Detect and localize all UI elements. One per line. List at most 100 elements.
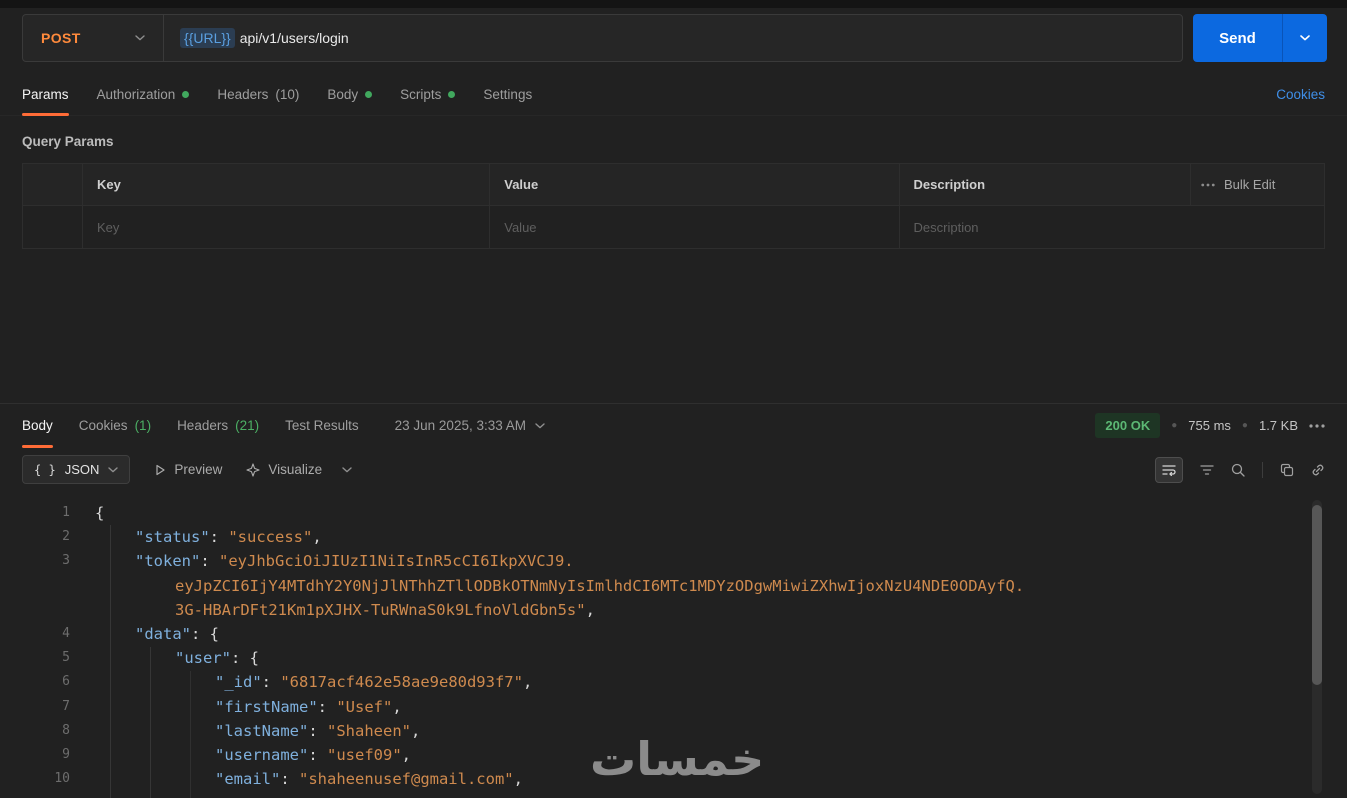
response-toolbar-right — [1155, 456, 1325, 483]
visualize-icon — [246, 462, 260, 477]
divider — [1262, 461, 1263, 478]
line-number: 5 — [62, 650, 70, 666]
param-description-input[interactable]: Description — [900, 206, 1324, 248]
url-variable-chip[interactable]: {{URL}} — [180, 28, 235, 48]
column-header-description: Description — [899, 164, 1191, 206]
row-select-cell — [23, 206, 83, 248]
line-number: 9 — [62, 747, 70, 763]
send-button[interactable]: Send — [1193, 14, 1283, 62]
request-tabs: Params Authorization Headers (10) Body S… — [0, 74, 1347, 116]
response-time: 755 ms — [1188, 418, 1231, 433]
request-bar: POST {{URL}} api/v1/users/login Send — [0, 8, 1347, 74]
wrap-text-icon — [1162, 464, 1176, 476]
line-number — [0, 574, 70, 598]
response-more-actions-button[interactable] — [1309, 423, 1325, 428]
line-number — [0, 598, 70, 622]
select-all-cell — [23, 164, 83, 206]
tab-scripts[interactable]: Scripts — [400, 74, 456, 115]
tab-label: Authorization — [96, 87, 176, 102]
body-format-dropdown[interactable]: { } JSON — [22, 455, 131, 484]
response-body-viewer: 1{2 "status": "success", 3 "token": "eyJhbG… — [0, 492, 1347, 798]
play-icon — [156, 464, 165, 475]
watermark-text: خمسات — [590, 732, 765, 786]
link-button[interactable] — [1311, 463, 1325, 477]
wrap-text-toggle[interactable] — [1155, 456, 1183, 483]
tab-body[interactable]: Body — [327, 74, 373, 115]
tab-count: (21) — [235, 418, 260, 433]
code-line: 3G-HBArDFt21Km1pXJHX-TuRWnaS0k9LfnoVldGb… — [0, 598, 1347, 622]
status-badge[interactable]: 200 OK — [1095, 413, 1161, 438]
param-key-input[interactable]: Key — [83, 206, 491, 248]
content-indicator-dot — [448, 91, 456, 98]
chevron-down-icon — [108, 466, 119, 472]
filter-button[interactable] — [1200, 464, 1214, 476]
tab-count: (1) — [134, 418, 152, 433]
line-number: 2 — [62, 529, 70, 545]
tab-label: Params — [22, 87, 69, 102]
tab-params[interactable]: Params — [22, 74, 69, 116]
content-indicator-dot — [365, 91, 373, 98]
bulk-edit-button[interactable]: Bulk Edit — [1201, 177, 1275, 192]
response-toolbar: { } JSON Preview Visualize — [0, 447, 1347, 492]
tab-label: Headers — [177, 418, 229, 433]
dot-separator: ● — [1241, 420, 1248, 431]
code-line: 7 "firstName": "Usef", — [0, 695, 1347, 719]
visualize-options-button[interactable] — [342, 466, 352, 473]
tab-response-headers[interactable]: Headers (21) — [177, 404, 259, 447]
line-number: 10 — [54, 771, 70, 787]
tab-label: Headers — [217, 87, 269, 102]
more-options-icon — [1201, 183, 1215, 186]
line-number: 7 — [62, 698, 70, 714]
search-button[interactable] — [1231, 463, 1245, 477]
response-tabs: Body Cookies (1) Headers (21) Test Resul… — [0, 404, 1347, 448]
tab-headers[interactable]: Headers (10) — [217, 74, 299, 115]
copy-button[interactable] — [1280, 463, 1294, 477]
response-history-dropdown[interactable]: 23 Jun 2025, 3:33 AM — [395, 404, 545, 447]
scrollbar-thumb[interactable] — [1312, 505, 1322, 685]
query-params-table: Key Value Description Bulk Edit Key Valu… — [22, 163, 1325, 249]
tab-authorization[interactable]: Authorization — [97, 74, 190, 115]
filter-icon — [1200, 464, 1214, 475]
response-section: Body Cookies (1) Headers (21) Test Resul… — [0, 403, 1347, 798]
tab-count: (10) — [275, 87, 300, 102]
chevron-down-icon — [342, 466, 352, 472]
line-number: 8 — [62, 722, 70, 738]
code-line: 4 "data": { — [0, 622, 1347, 646]
method-label: POST — [41, 30, 81, 46]
bulk-edit-label: Bulk Edit — [1224, 177, 1276, 192]
format-label: JSON — [64, 462, 100, 477]
tab-test-results[interactable]: Test Results — [285, 404, 359, 447]
content-indicator-dot — [182, 91, 190, 98]
scrollbar-track[interactable] — [1312, 500, 1322, 794]
send-options-button[interactable] — [1283, 14, 1327, 62]
visualize-label: Visualize — [268, 462, 323, 477]
cookies-link[interactable]: Cookies — [1276, 87, 1325, 102]
column-header-key: Key — [83, 164, 491, 206]
code-line: 3 "token": "eyJhbGciOiJIUzI1NiIsInR5cCI6I… — [0, 549, 1347, 573]
chevron-down-icon — [535, 422, 545, 428]
tab-response-body[interactable]: Body — [22, 404, 53, 448]
method-selector[interactable]: POST — [23, 15, 163, 61]
indent-guide — [150, 647, 151, 798]
response-meta: 200 OK ● 755 ms ● 1.7 KB — [1095, 404, 1325, 447]
query-params-title: Query Params — [22, 134, 114, 149]
line-number: 6 — [62, 674, 70, 690]
line-number: 1 — [62, 505, 70, 520]
tab-response-cookies[interactable]: Cookies (1) — [79, 404, 151, 447]
preview-button[interactable]: Preview — [154, 462, 222, 477]
tab-label: Scripts — [400, 87, 442, 102]
json-braces-icon: { } — [34, 462, 56, 477]
send-button-group: Send — [1193, 14, 1327, 62]
param-value-input[interactable]: Value — [490, 206, 900, 248]
code-line: 6 "_id": "6817acf462e58ae9e80d93f7", — [0, 670, 1347, 694]
link-icon — [1312, 464, 1324, 475]
visualize-button[interactable]: Visualize — [246, 462, 322, 477]
tab-settings[interactable]: Settings — [483, 74, 532, 115]
tab-label: Test Results — [285, 418, 359, 433]
response-size: 1.7 KB — [1258, 418, 1298, 433]
code-line: 1{ — [0, 501, 1347, 525]
indent-guide — [110, 525, 111, 798]
tab-label: Cookies — [78, 418, 128, 433]
url-input[interactable]: {{URL}} api/v1/users/login — [164, 15, 1182, 61]
tab-label: Body — [22, 418, 53, 433]
